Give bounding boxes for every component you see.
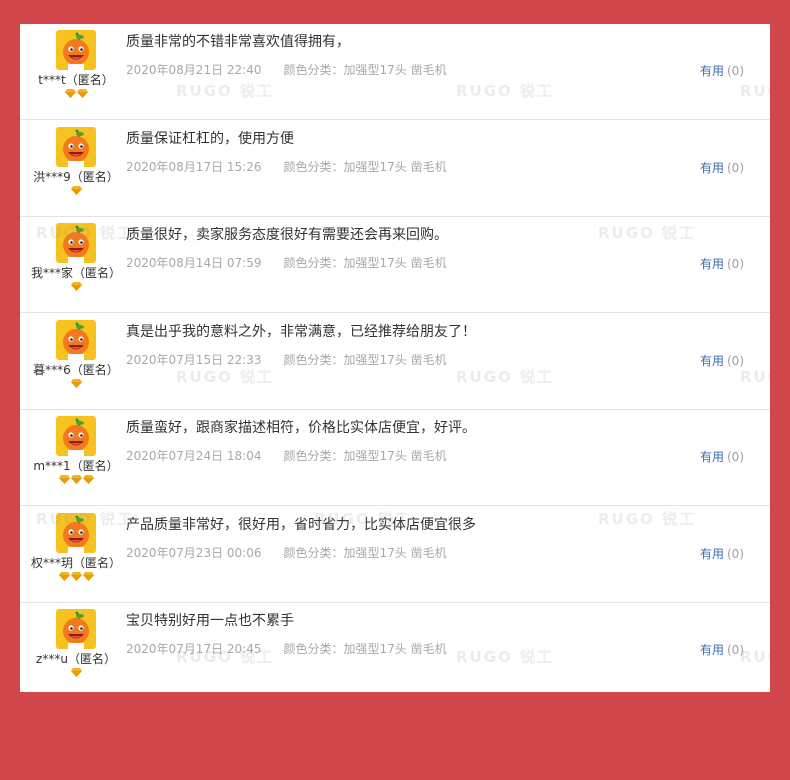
reviewer-name: 权***玥（匿名） xyxy=(30,556,121,570)
reviewer: 我***家（匿名） xyxy=(20,223,132,293)
reviewer-name: z***u（匿名） xyxy=(36,652,116,666)
review-date: 2020年07月15日 22:33 xyxy=(126,353,262,367)
review-meta: 2020年08月14日 07:59 颜色分类：加强型17头 凿毛机 xyxy=(126,255,447,271)
diamond-badge-icon xyxy=(70,572,82,581)
review-item: t***t（匿名） 质量非常的不错非常喜欢值得拥有， 2020年08月21日 2… xyxy=(20,24,770,120)
review-text: 质量保证杠杠的，使用方便 xyxy=(126,131,294,147)
diamond-badge-icon xyxy=(82,572,94,581)
avatar-icon[interactable] xyxy=(56,127,96,167)
reviewer: z***u（匿名） xyxy=(20,609,132,679)
avatar-icon[interactable] xyxy=(56,609,96,649)
reviewer-level xyxy=(20,379,132,390)
reviewer-name: 洪***9（匿名） xyxy=(33,170,119,184)
avatar-icon[interactable] xyxy=(56,223,96,263)
reviewer-level xyxy=(20,89,132,100)
reviewer-name: 暮***6（匿名） xyxy=(33,363,119,377)
useful-button[interactable]: 有用 (0) xyxy=(700,449,744,465)
review-text: 真是出乎我的意料之外，非常满意，已经推荐给朋友了！ xyxy=(126,324,476,340)
review-item: 我***家（匿名） 质量很好，卖家服务态度很好有需要还会再来回购。 2020年0… xyxy=(20,217,770,313)
review-meta: 2020年08月21日 22:40 颜色分类：加强型17头 凿毛机 xyxy=(126,62,447,78)
review-date: 2020年08月14日 07:59 xyxy=(126,256,262,270)
reviewer-name: t***t（匿名） xyxy=(38,73,114,87)
useful-count: (0) xyxy=(727,643,744,657)
review-meta: 2020年07月23日 00:06 颜色分类：加强型17头 凿毛机 xyxy=(126,545,447,561)
review-text: 质量蛮好，跟商家描述相符，价格比实体店便宜，好评。 xyxy=(126,420,476,436)
review-meta: 2020年07月17日 20:45 颜色分类：加强型17头 凿毛机 xyxy=(126,641,447,657)
review-item: m***1（匿名） 质量蛮好，跟商家描述相符，价格比实体店便宜，好评。 2020… xyxy=(20,410,770,506)
review-sku: 颜色分类：加强型17头 凿毛机 xyxy=(283,256,447,270)
useful-button[interactable]: 有用 (0) xyxy=(700,642,744,658)
useful-count: (0) xyxy=(727,257,744,271)
review-item: z***u（匿名） 宝贝特别好用一点也不累手 2020年07月17日 20:45… xyxy=(20,603,770,692)
review-date: 2020年07月17日 20:45 xyxy=(126,642,262,656)
review-text: 宝贝特别好用一点也不累手 xyxy=(126,613,294,629)
useful-label[interactable]: 有用 xyxy=(700,643,724,657)
reviewer: 权***玥（匿名） xyxy=(20,513,132,583)
reviewer-level xyxy=(20,475,132,486)
useful-label[interactable]: 有用 xyxy=(700,354,724,368)
diamond-badge-icon xyxy=(82,475,94,484)
useful-label[interactable]: 有用 xyxy=(700,547,724,561)
useful-count: (0) xyxy=(727,354,744,368)
reviewer-level xyxy=(20,572,132,583)
review-sku: 颜色分类：加强型17头 凿毛机 xyxy=(283,642,447,656)
useful-label[interactable]: 有用 xyxy=(700,161,724,175)
useful-button[interactable]: 有用 (0) xyxy=(700,256,744,272)
useful-label[interactable]: 有用 xyxy=(700,450,724,464)
reviewer-name: m***1（匿名） xyxy=(33,459,119,473)
diamond-badge-icon xyxy=(70,282,82,291)
review-text: 质量非常的不错非常喜欢值得拥有， xyxy=(126,34,350,50)
review-meta: 2020年08月17日 15:26 颜色分类：加强型17头 凿毛机 xyxy=(126,159,447,175)
review-list: t***t（匿名） 质量非常的不错非常喜欢值得拥有， 2020年08月21日 2… xyxy=(20,24,770,692)
useful-button[interactable]: 有用 (0) xyxy=(700,546,744,562)
diamond-badge-icon xyxy=(70,475,82,484)
avatar-icon[interactable] xyxy=(56,513,96,553)
useful-button[interactable]: 有用 (0) xyxy=(700,353,744,369)
review-text: 质量很好，卖家服务态度很好有需要还会再来回购。 xyxy=(126,227,448,243)
review-meta: 2020年07月15日 22:33 颜色分类：加强型17头 凿毛机 xyxy=(126,352,447,368)
reviewer: 洪***9（匿名） xyxy=(20,127,132,197)
review-item: 洪***9（匿名） 质量保证杠杠的，使用方便 2020年08月17日 15:26… xyxy=(20,121,770,217)
useful-count: (0) xyxy=(727,450,744,464)
avatar-icon[interactable] xyxy=(56,320,96,360)
review-meta: 2020年07月24日 18:04 颜色分类：加强型17头 凿毛机 xyxy=(126,448,447,464)
reviewer-level xyxy=(20,282,132,293)
diamond-badge-icon xyxy=(58,572,70,581)
reviewer: m***1（匿名） xyxy=(20,416,132,486)
diamond-badge-icon xyxy=(70,186,82,195)
review-sku: 颜色分类：加强型17头 凿毛机 xyxy=(283,546,447,560)
useful-button[interactable]: 有用 (0) xyxy=(700,63,744,79)
reviewer-level xyxy=(20,668,132,679)
useful-label[interactable]: 有用 xyxy=(700,257,724,271)
useful-label[interactable]: 有用 xyxy=(700,64,724,78)
diamond-badge-icon xyxy=(58,475,70,484)
useful-count: (0) xyxy=(727,547,744,561)
diamond-badge-icon xyxy=(70,379,82,388)
review-sku: 颜色分类：加强型17头 凿毛机 xyxy=(283,63,447,77)
reviewer-name: 我***家（匿名） xyxy=(30,266,121,280)
useful-count: (0) xyxy=(727,161,744,175)
useful-button[interactable]: 有用 (0) xyxy=(700,160,744,176)
diamond-badge-icon xyxy=(64,89,76,98)
review-date: 2020年07月24日 18:04 xyxy=(126,449,262,463)
reviewer: t***t（匿名） xyxy=(20,30,132,100)
reviewer: 暮***6（匿名） xyxy=(20,320,132,390)
review-date: 2020年08月21日 22:40 xyxy=(126,63,262,77)
review-sku: 颜色分类：加强型17头 凿毛机 xyxy=(283,449,447,463)
review-sku: 颜色分类：加强型17头 凿毛机 xyxy=(283,160,447,174)
useful-count: (0) xyxy=(727,64,744,78)
review-date: 2020年07月23日 00:06 xyxy=(126,546,262,560)
reviewer-level xyxy=(20,186,132,197)
diamond-badge-icon xyxy=(76,89,88,98)
diamond-badge-icon xyxy=(70,668,82,677)
review-text: 产品质量非常好，很好用，省时省力，比实体店便宜很多 xyxy=(126,517,476,533)
avatar-icon[interactable] xyxy=(56,30,96,70)
review-item: 暮***6（匿名） 真是出乎我的意料之外，非常满意，已经推荐给朋友了！ 2020… xyxy=(20,314,770,410)
avatar-icon[interactable] xyxy=(56,416,96,456)
review-date: 2020年08月17日 15:26 xyxy=(126,160,262,174)
review-sku: 颜色分类：加强型17头 凿毛机 xyxy=(283,353,447,367)
review-item: 权***玥（匿名） 产品质量非常好，很好用，省时省力，比实体店便宜很多 2020… xyxy=(20,507,770,603)
